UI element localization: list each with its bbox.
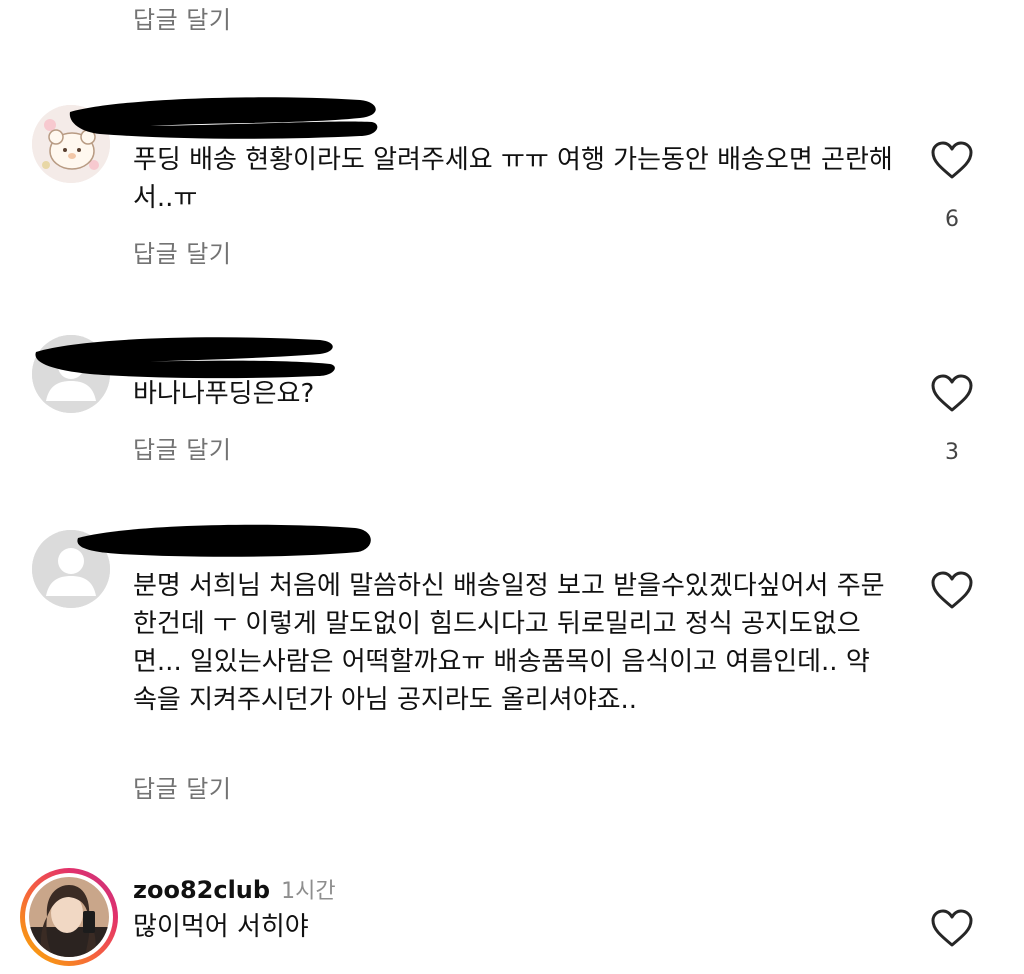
- comment-text: 많이먹어 서히야: [133, 912, 309, 942]
- redacted-username: [35, 337, 335, 379]
- reply-button[interactable]: 답글 달기: [133, 0, 231, 35]
- heart-icon[interactable]: [930, 908, 974, 948]
- like-count: 3: [945, 440, 959, 465]
- comment-text: 푸딩 배송 현황이라도 알려주세요 ㅠㅠ 여행 가는동안 배송오면 곤란해서..…: [133, 145, 893, 213]
- comment-header: zoo82club 1시간: [133, 873, 336, 905]
- comment-text: 바나나푸딩은요?: [133, 379, 315, 409]
- redacted-username: [77, 524, 371, 557]
- username[interactable]: zoo82club: [133, 876, 270, 904]
- story-ring[interactable]: [20, 868, 118, 966]
- comment-text: 분명 서희님 처음에 말씀하신 배송일정 보고 받을수있겠다싶어서 주문한건데 …: [133, 571, 885, 715]
- profile-photo: [29, 877, 109, 957]
- heart-icon[interactable]: [930, 140, 974, 180]
- avatar[interactable]: [29, 877, 109, 957]
- reply-button[interactable]: 답글 달기: [133, 234, 231, 269]
- like-count: 6: [945, 207, 959, 232]
- heart-icon[interactable]: [930, 373, 974, 413]
- heart-icon[interactable]: [930, 570, 974, 610]
- timestamp: 1시간: [281, 879, 336, 904]
- redacted-username: [69, 97, 378, 139]
- reply-button[interactable]: 답글 달기: [133, 430, 231, 465]
- reply-button[interactable]: 답글 달기: [133, 769, 231, 804]
